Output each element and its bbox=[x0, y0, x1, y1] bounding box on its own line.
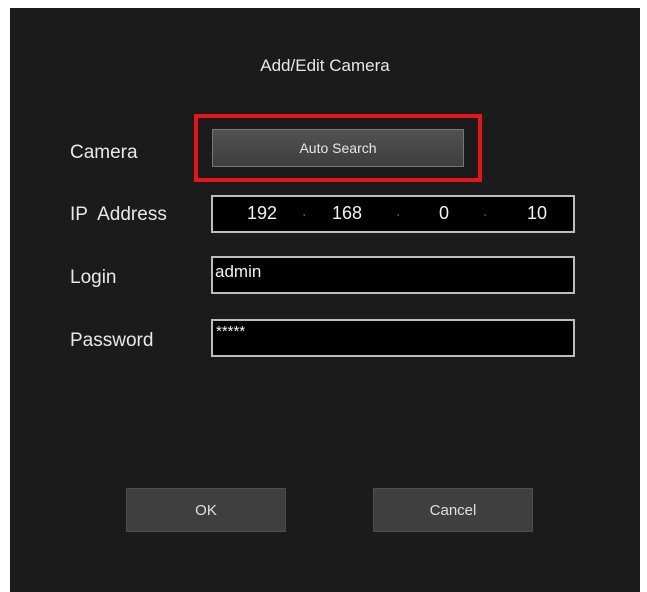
ip-octet-2[interactable]: 168 bbox=[332, 203, 362, 224]
password-label: Password bbox=[70, 330, 154, 351]
ip-separator: . bbox=[396, 203, 401, 220]
ip-separator: . bbox=[483, 203, 488, 220]
ip-octet-3[interactable]: 0 bbox=[439, 203, 449, 224]
ip-octet-4[interactable]: 10 bbox=[527, 203, 547, 224]
login-label: Login bbox=[70, 267, 117, 288]
password-value: ***** bbox=[216, 323, 246, 340]
ip-address-field[interactable]: 192 . 168 . 0 . 10 bbox=[211, 195, 575, 233]
cancel-button[interactable]: Cancel bbox=[373, 488, 533, 532]
ok-button[interactable]: OK bbox=[126, 488, 286, 532]
camera-label: Camera bbox=[70, 142, 138, 163]
password-input[interactable]: ***** bbox=[211, 319, 575, 357]
ip-separator: . bbox=[302, 203, 307, 220]
ip-octet-1[interactable]: 192 bbox=[247, 203, 277, 224]
login-input[interactable]: admin bbox=[211, 256, 575, 294]
login-value: admin bbox=[215, 262, 262, 281]
auto-search-button[interactable]: Auto Search bbox=[212, 129, 464, 167]
dialog-title: Add/Edit Camera bbox=[260, 56, 390, 75]
add-edit-camera-dialog: Add/Edit Camera Camera Auto Search IP Ad… bbox=[10, 8, 640, 592]
ip-address-label: IP Address bbox=[70, 204, 167, 225]
